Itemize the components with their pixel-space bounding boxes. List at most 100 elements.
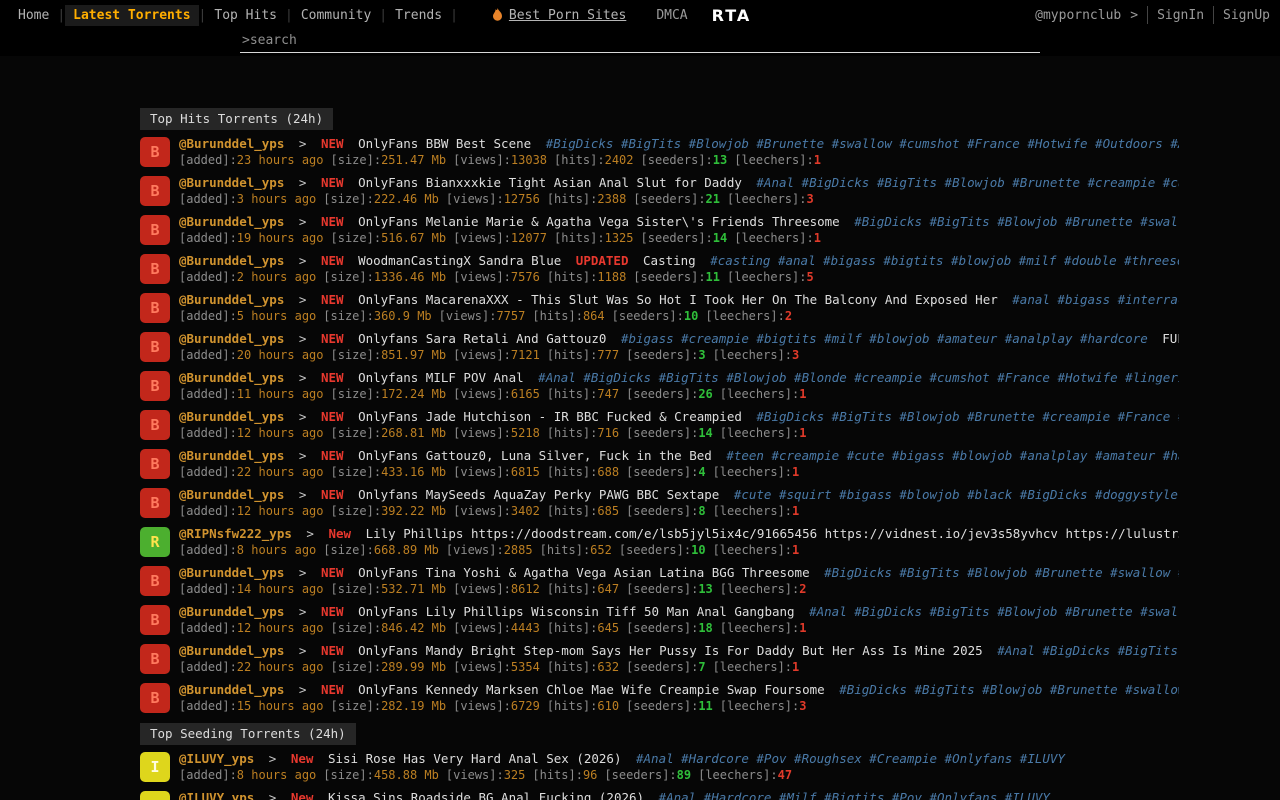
torrent-title[interactable]: OnlyFans Gattouz0, Luna Silver, Fuck in … bbox=[358, 448, 712, 463]
torrent-title[interactable]: OnlyFans Jade Hutchison - IR BBC Fucked … bbox=[358, 409, 742, 424]
torrent-tags[interactable]: #BigDicks #BigTits #Blowjob #Brunette #s… bbox=[546, 136, 1179, 151]
torrent-tags[interactable]: #Anal #Hardcore #Milf #Bigtits #Pov #Onl… bbox=[659, 790, 1050, 800]
signin-link[interactable]: SignIn bbox=[1157, 8, 1204, 23]
stat-size: [size]:268.81 Mb bbox=[331, 426, 447, 440]
avatar[interactable]: B bbox=[140, 683, 170, 713]
nav-item-top-hits[interactable]: Top Hits bbox=[206, 5, 285, 26]
torrent-tags[interactable]: #teen #creampie #cute #bigass #blowjob #… bbox=[726, 448, 1179, 463]
seeders-label: [seeders]: bbox=[619, 543, 691, 557]
avatar[interactable]: B bbox=[140, 605, 170, 635]
new-badge: NEW bbox=[321, 565, 344, 580]
torrent-user[interactable]: @Burunddel_yps bbox=[179, 565, 284, 580]
torrent-user[interactable]: @Burunddel_yps bbox=[179, 409, 284, 424]
stat-views: [views]:6165 bbox=[453, 387, 540, 401]
new-badge: NEW bbox=[321, 604, 344, 619]
torrent-tags[interactable]: #cute #squirt #bigass #blowjob #black #B… bbox=[734, 487, 1179, 502]
torrent-title[interactable]: OnlyFans Tina Yoshi & Agatha Vega Asian … bbox=[358, 565, 810, 580]
torrent-title-cont[interactable]: Casting bbox=[643, 253, 696, 268]
signup-link[interactable]: SignUp bbox=[1223, 8, 1270, 23]
torrent-title[interactable]: OnlyFans BBW Best Scene bbox=[358, 136, 531, 151]
added-value: 19 hours ago bbox=[237, 231, 324, 245]
nav-item-latest-torrents[interactable]: Latest Torrents bbox=[65, 5, 198, 26]
torrent-user[interactable]: @Burunddel_yps bbox=[179, 175, 284, 190]
avatar[interactable]: B bbox=[140, 449, 170, 479]
avatar[interactable]: B bbox=[140, 488, 170, 518]
torrent-title[interactable]: Onlyfans MILF POV Anal bbox=[358, 370, 524, 385]
best-porn-sites-link[interactable]: Best Porn Sites bbox=[509, 8, 626, 23]
hits-value: 1325 bbox=[605, 231, 634, 245]
avatar[interactable]: B bbox=[140, 254, 170, 284]
seeders-value: 7 bbox=[698, 660, 705, 674]
torrent-tags[interactable]: #Anal #BigDicks #BigTits #Blowjob #Brune… bbox=[809, 604, 1179, 619]
size-value: 282.19 Mb bbox=[381, 699, 446, 713]
avatar[interactable]: B bbox=[140, 410, 170, 440]
avatar[interactable]: B bbox=[140, 644, 170, 674]
avatar[interactable]: I bbox=[140, 791, 170, 800]
torrent-title[interactable]: OnlyFans MacarenaXXX - This Slut Was So … bbox=[358, 292, 998, 307]
avatar[interactable]: B bbox=[140, 293, 170, 323]
torrent-title[interactable]: OnlyFans Lily Phillips Wisconsin Tiff 50… bbox=[358, 604, 795, 619]
torrent-user[interactable]: @Burunddel_yps bbox=[179, 682, 284, 697]
added-label: [added]: bbox=[179, 192, 237, 206]
avatar[interactable]: B bbox=[140, 215, 170, 245]
avatar[interactable]: R bbox=[140, 527, 170, 557]
avatar[interactable]: I bbox=[140, 752, 170, 782]
added-value: 12 hours ago bbox=[237, 426, 324, 440]
size-label: [size]: bbox=[323, 192, 374, 206]
torrent-user[interactable]: @Burunddel_yps bbox=[179, 487, 284, 502]
torrent-title[interactable]: Lily Phillips https://doodstream.com/e/l… bbox=[366, 526, 1179, 541]
seeders-value: 14 bbox=[713, 231, 727, 245]
torrent-user[interactable]: @ILUVY_yps bbox=[179, 751, 254, 766]
torrent-title[interactable]: OnlyFans Kennedy Marksen Chloe Mae Wife … bbox=[358, 682, 825, 697]
torrent-title[interactable]: Onlyfans Sara Retali And Gattouz0 bbox=[358, 331, 606, 346]
torrent-tags[interactable]: #casting #anal #bigass #bigtits #blowjob… bbox=[710, 253, 1179, 268]
size-label: [size]: bbox=[323, 543, 374, 557]
avatar[interactable]: B bbox=[140, 371, 170, 401]
torrent-tags[interactable]: #anal #bigass #interrac… bbox=[1012, 292, 1179, 307]
nav-item-home[interactable]: Home bbox=[10, 5, 57, 26]
torrent-user[interactable]: @ILUVY_yps bbox=[179, 790, 254, 800]
avatar[interactable]: B bbox=[140, 332, 170, 362]
stat-views: [views]:12077 bbox=[453, 231, 547, 245]
nav-item-trends[interactable]: Trends bbox=[387, 5, 450, 26]
account-link[interactable]: @mypornclub bbox=[1035, 8, 1121, 23]
torrent-row: B @Burunddel_yps > NEW OnlyFans Gattouz0… bbox=[140, 447, 1280, 486]
torrent-user[interactable]: @Burunddel_yps bbox=[179, 448, 284, 463]
torrent-user[interactable]: @Burunddel_yps bbox=[179, 643, 284, 658]
avatar[interactable]: B bbox=[140, 137, 170, 167]
torrent-tags[interactable]: #Anal #BigDicks #BigTits … bbox=[997, 643, 1179, 658]
avatar[interactable]: B bbox=[140, 566, 170, 596]
chevron-icon: > bbox=[299, 136, 307, 151]
torrent-user[interactable]: @RIPNsfw222_yps bbox=[179, 526, 292, 541]
torrent-tags[interactable]: #Anal #Hardcore #Pov #Roughsex #Creampie… bbox=[636, 751, 1065, 766]
avatar[interactable]: B bbox=[140, 176, 170, 206]
torrent-tags[interactable]: #BigDicks #BigTits #Blowjob #Brunette #s… bbox=[839, 682, 1179, 697]
leechers-label: [leechers]: bbox=[720, 582, 799, 596]
torrent-user[interactable]: @Burunddel_yps bbox=[179, 331, 284, 346]
torrent-title[interactable]: OnlyFans Melanie Marie & Agatha Vega Sis… bbox=[358, 214, 840, 229]
torrent-user[interactable]: @Burunddel_yps bbox=[179, 292, 284, 307]
search-input[interactable] bbox=[240, 30, 1040, 53]
torrent-title[interactable]: Onlyfans MaySeeds AquaZay Perky PAWG BBC… bbox=[358, 487, 719, 502]
torrent-tags[interactable]: #Anal #BigDicks #BigTits #Blowjob #Blond… bbox=[538, 370, 1179, 385]
nav-item-community[interactable]: Community bbox=[293, 5, 379, 26]
torrent-tags[interactable]: #BigDicks #BigTits #Blowjob #Brunette #s… bbox=[854, 214, 1179, 229]
torrent-title[interactable]: WoodmanCastingX Sandra Blue bbox=[358, 253, 561, 268]
torrent-user[interactable]: @Burunddel_yps bbox=[179, 604, 284, 619]
torrent-user[interactable]: @Burunddel_yps bbox=[179, 214, 284, 229]
stat-size: [size]:458.88 Mb bbox=[323, 768, 439, 782]
torrent-tags[interactable]: #bigass #creampie #bigtits #milf #blowjo… bbox=[621, 331, 1148, 346]
torrent-tags[interactable]: #Anal #BigDicks #BigTits #Blowjob #Brune… bbox=[756, 175, 1179, 190]
torrent-user[interactable]: @Burunddel_yps bbox=[179, 136, 284, 151]
torrent-title[interactable]: OnlyFans Mandy Bright Step-mom Says Her … bbox=[358, 643, 983, 658]
torrent-title[interactable]: OnlyFans Bianxxxkie Tight Asian Anal Slu… bbox=[358, 175, 742, 190]
torrent-tags[interactable]: #BigDicks #BigTits #Blowjob #Brunette #s… bbox=[824, 565, 1179, 580]
torrent-tags[interactable]: #BigDicks #BigTits #Blowjob #Brunette #c… bbox=[756, 409, 1179, 424]
dmca-link[interactable]: DMCA bbox=[656, 8, 687, 23]
torrent-user[interactable]: @Burunddel_yps bbox=[179, 253, 284, 268]
torrent-user[interactable]: @Burunddel_yps bbox=[179, 370, 284, 385]
torrent-title[interactable]: Sisi Rose Has Very Hard Anal Sex (2026) bbox=[328, 751, 622, 766]
torrent-info: @Burunddel_yps > NEW OnlyFans MacarenaXX… bbox=[179, 291, 1179, 330]
torrent-title[interactable]: Kissa Sins Roadside BG Anal Fucking (202… bbox=[328, 790, 644, 800]
leechers-value: 2 bbox=[785, 309, 792, 323]
